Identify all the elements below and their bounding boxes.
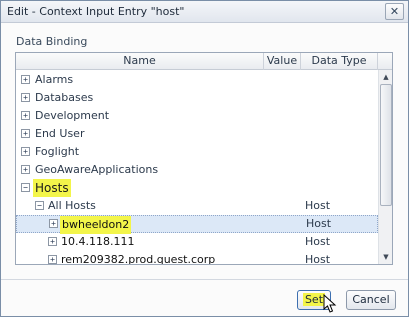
expand-icon[interactable]: + bbox=[21, 129, 30, 138]
table-row[interactable]: + GeoAwareApplications bbox=[16, 161, 378, 179]
table-row[interactable]: − Hosts bbox=[16, 179, 378, 197]
scroll-down-icon[interactable]: ▼ bbox=[380, 251, 392, 263]
expand-icon[interactable]: + bbox=[49, 219, 58, 228]
row-name: Alarms bbox=[35, 73, 74, 86]
table-row[interactable]: + Databases bbox=[16, 89, 378, 107]
table-row[interactable]: + rem209382.prod.quest.corp Host bbox=[16, 251, 378, 265]
close-icon: ✕ bbox=[389, 5, 400, 18]
collapse-icon[interactable]: − bbox=[35, 201, 44, 210]
row-name: End User bbox=[35, 127, 85, 140]
table-row[interactable]: + Development bbox=[16, 107, 378, 125]
row-name: Hosts bbox=[33, 179, 71, 197]
table-row-selected[interactable]: + bwheeldon2 Host bbox=[16, 215, 378, 234]
window-title: Edit - Context Input Entry "host" bbox=[7, 5, 185, 18]
expand-icon[interactable]: + bbox=[48, 237, 57, 246]
row-name: Foglight bbox=[35, 145, 80, 158]
expand-icon[interactable]: + bbox=[21, 75, 30, 84]
row-data-type: Host bbox=[305, 253, 331, 265]
column-header-name[interactable]: Name bbox=[16, 53, 264, 70]
data-binding-table: Name Value Data Type + Alarms + Database… bbox=[15, 52, 393, 265]
data-binding-label: Data Binding bbox=[16, 35, 88, 48]
table-row[interactable]: + 10.4.118.111 Host bbox=[16, 233, 378, 251]
collapse-icon[interactable]: − bbox=[21, 183, 30, 192]
row-data-type: Host bbox=[306, 217, 332, 230]
row-data-type: Host bbox=[305, 235, 331, 248]
row-name: GeoAwareApplications bbox=[35, 163, 159, 176]
column-header-data-type[interactable]: Data Type bbox=[301, 53, 378, 70]
cancel-button[interactable]: Cancel bbox=[346, 290, 396, 310]
scroll-up-icon[interactable]: ▲ bbox=[380, 71, 392, 83]
table-header: Name Value Data Type bbox=[16, 53, 392, 70]
table-row[interactable]: − All Hosts Host bbox=[16, 197, 378, 215]
table-body: + Alarms + Databases + Development + End… bbox=[16, 71, 378, 265]
vertical-scrollbar[interactable]: ▲ ▼ bbox=[378, 70, 392, 264]
scroll-thumb[interactable] bbox=[380, 84, 392, 206]
title-bar: Edit - Context Input Entry "host" ✕ bbox=[1, 1, 408, 23]
expand-icon[interactable]: + bbox=[21, 93, 30, 102]
table-row[interactable]: + End User bbox=[16, 125, 378, 143]
row-name: Databases bbox=[35, 91, 94, 104]
row-name: rem209382.prod.quest.corp bbox=[61, 253, 216, 265]
row-data-type: Host bbox=[305, 199, 331, 212]
row-name: 10.4.118.111 bbox=[61, 235, 135, 248]
table-row[interactable]: + Alarms bbox=[16, 71, 378, 89]
column-header-value[interactable]: Value bbox=[264, 53, 301, 70]
expand-icon[interactable]: + bbox=[21, 147, 30, 156]
close-button[interactable]: ✕ bbox=[385, 3, 404, 20]
row-name: Development bbox=[35, 109, 110, 122]
edit-context-dialog: Edit - Context Input Entry "host" ✕ Data… bbox=[0, 0, 409, 317]
expand-icon[interactable]: + bbox=[48, 255, 57, 264]
mouse-pointer-icon bbox=[323, 294, 337, 313]
footer-divider bbox=[1, 279, 408, 280]
row-name: bwheeldon2 bbox=[60, 216, 132, 234]
table-row[interactable]: + Foglight bbox=[16, 143, 378, 161]
expand-icon[interactable]: + bbox=[21, 165, 30, 174]
expand-icon[interactable]: + bbox=[21, 111, 30, 120]
row-name: All Hosts bbox=[48, 199, 96, 212]
set-button-label: Set bbox=[302, 293, 326, 306]
